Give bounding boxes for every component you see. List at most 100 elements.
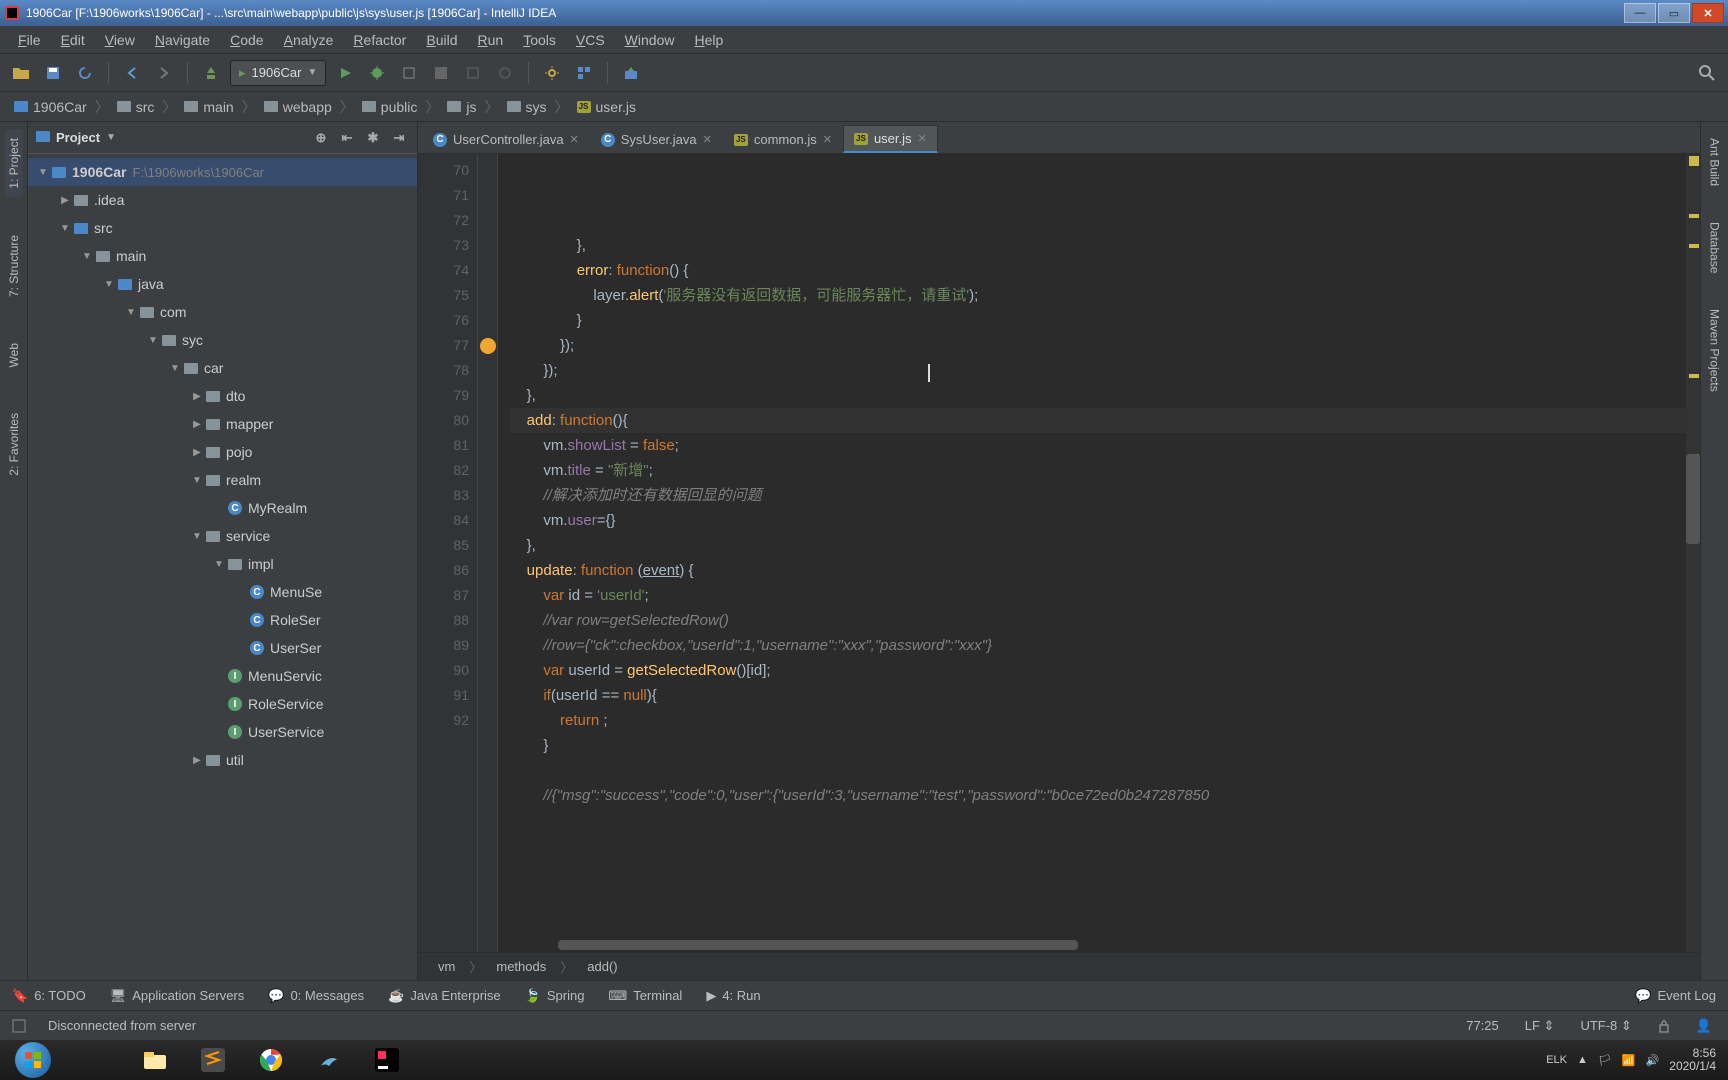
coverage-icon[interactable] <box>396 60 422 86</box>
breadcrumb-item[interactable]: src <box>111 99 161 115</box>
tray-up-icon[interactable]: ▲ <box>1577 1054 1588 1066</box>
menu-window[interactable]: Window <box>615 32 685 48</box>
bottom-tab-6--todo[interactable]: 🔖6: TODO <box>12 988 86 1004</box>
bottom-tab-spring[interactable]: 🍃Spring <box>525 988 585 1004</box>
breadcrumb-item[interactable]: public <box>356 99 424 115</box>
tree-item[interactable]: IMenuServic <box>28 662 417 690</box>
profiler-icon[interactable] <box>492 60 518 86</box>
editor-breadcrumb-item[interactable]: methods <box>496 959 546 974</box>
menu-analyze[interactable]: Analyze <box>274 32 344 48</box>
tree-item[interactable]: ▶util <box>28 746 417 774</box>
menu-help[interactable]: Help <box>684 32 733 48</box>
breadcrumb-item[interactable]: sys <box>501 99 553 115</box>
collapse-icon[interactable]: ⇤ <box>337 128 357 148</box>
tree-item[interactable]: ▼impl <box>28 550 417 578</box>
system-tray[interactable]: ELK ▲ 🏳 📶 🔊 8:56 2020/1/4 <box>1546 1047 1722 1073</box>
tree-item[interactable]: ▼com <box>28 298 417 326</box>
tree-item[interactable]: ▼service <box>28 522 417 550</box>
attach-icon[interactable] <box>460 60 486 86</box>
tree-item[interactable]: CMyRealm <box>28 494 417 522</box>
tree-item[interactable]: ▼main <box>28 242 417 270</box>
start-button[interactable] <box>6 1043 60 1077</box>
editor-breadcrumb-item[interactable]: add() <box>587 959 617 974</box>
chrome-icon[interactable] <box>244 1043 298 1077</box>
explorer-icon[interactable] <box>128 1043 182 1077</box>
back-icon[interactable] <box>119 60 145 86</box>
left-tab-1--project[interactable]: 1: Project <box>5 130 23 197</box>
tree-item[interactable]: ▼src <box>28 214 417 242</box>
tree-item[interactable]: CMenuSe <box>28 578 417 606</box>
menu-run[interactable]: Run <box>467 32 513 48</box>
intellij-icon[interactable] <box>360 1043 414 1077</box>
right-tab-ant-build[interactable]: Ant Build <box>1706 130 1724 194</box>
project-tree[interactable]: ▼1906CarF:\1906works\1906Car▶.idea▼src▼m… <box>28 154 417 980</box>
hide-icon[interactable]: ⇥ <box>389 128 409 148</box>
tree-item[interactable]: CUserSer <box>28 634 417 662</box>
code-editor[interactable]: }, error: function() { layer.alert('服务器没… <box>498 154 1686 952</box>
tree-item[interactable]: ▼realm <box>28 466 417 494</box>
inspector-icon[interactable]: 👤 <box>1692 1018 1716 1034</box>
left-tab-web[interactable]: Web <box>5 335 23 375</box>
run-config-select[interactable]: ▸ 1906Car ▼ <box>230 60 326 86</box>
open-icon[interactable] <box>8 60 34 86</box>
search-icon[interactable] <box>1694 60 1720 86</box>
tree-item[interactable]: ▼java <box>28 270 417 298</box>
menu-navigate[interactable]: Navigate <box>145 32 220 48</box>
editor-tab[interactable]: CUserController.java✕ <box>422 125 590 153</box>
readonly-lock-icon[interactable] <box>1654 1019 1674 1033</box>
close-tab-icon[interactable]: ✕ <box>703 133 712 146</box>
tree-item[interactable]: ▶pojo <box>28 438 417 466</box>
aim-icon[interactable]: ⊕ <box>311 128 331 148</box>
bottom-tab-4--run[interactable]: ▶4: Run <box>706 988 760 1004</box>
tree-item[interactable]: ▼1906CarF:\1906works\1906Car <box>28 158 417 186</box>
bottom-tab-java-enterprise[interactable]: ☕Java Enterprise <box>388 988 501 1004</box>
breadcrumb-item[interactable]: js <box>441 99 482 115</box>
editor-tab[interactable]: JScommon.js✕ <box>723 125 843 153</box>
menu-refactor[interactable]: Refactor <box>343 32 416 48</box>
structure-icon[interactable] <box>571 60 597 86</box>
tree-item[interactable]: ▼car <box>28 354 417 382</box>
right-tab-database[interactable]: Database <box>1706 214 1724 281</box>
editor-tab[interactable]: CSysUser.java✕ <box>590 125 723 153</box>
menu-edit[interactable]: Edit <box>51 32 95 48</box>
menu-code[interactable]: Code <box>220 32 273 48</box>
tree-item[interactable]: IRoleService <box>28 690 417 718</box>
horizontal-scrollbar[interactable] <box>558 940 1078 950</box>
line-separator[interactable]: LF ⇕ <box>1521 1018 1559 1034</box>
bottom-tab-terminal[interactable]: ⌨Terminal <box>608 988 682 1004</box>
left-tab-7--structure[interactable]: 7: Structure <box>5 227 23 305</box>
caret-position[interactable]: 77:25 <box>1462 1018 1503 1033</box>
debug-icon[interactable] <box>364 60 390 86</box>
intention-bulb-icon[interactable] <box>480 338 496 354</box>
close-button[interactable]: ✕ <box>1692 3 1724 23</box>
build-icon[interactable] <box>198 60 224 86</box>
bottom-tab-application-servers[interactable]: 🖥Application Servers <box>110 988 245 1004</box>
close-tab-icon[interactable]: ✕ <box>570 133 579 146</box>
menu-vcs[interactable]: VCS <box>566 32 615 48</box>
editor-tab[interactable]: JSuser.js✕ <box>843 125 938 153</box>
menu-view[interactable]: View <box>95 32 145 48</box>
maximize-button[interactable]: ▭ <box>1658 3 1690 23</box>
breadcrumb-item[interactable]: main <box>178 99 239 115</box>
taskbar-clock[interactable]: 8:56 2020/1/4 <box>1669 1047 1722 1073</box>
deploy-icon[interactable] <box>618 60 644 86</box>
breadcrumb-item[interactable]: 1906Car <box>8 99 93 115</box>
action-center-icon[interactable]: 🏳 <box>1598 1054 1612 1067</box>
bottom-tab-0--messages[interactable]: 💬0: Messages <box>268 988 364 1004</box>
breadcrumb-item[interactable]: JSuser.js <box>571 99 642 115</box>
close-tab-icon[interactable]: ✕ <box>918 132 927 145</box>
menu-file[interactable]: File <box>8 32 51 48</box>
dolphin-icon[interactable] <box>302 1043 356 1077</box>
close-tab-icon[interactable]: ✕ <box>823 133 832 146</box>
error-stripe[interactable] <box>1686 154 1700 952</box>
left-tab-2--favorites[interactable]: 2: Favorites <box>5 405 23 484</box>
tree-item[interactable]: CRoleSer <box>28 606 417 634</box>
menu-build[interactable]: Build <box>416 32 467 48</box>
tree-item[interactable]: ▶.idea <box>28 186 417 214</box>
right-tab-maven-projects[interactable]: Maven Projects <box>1706 301 1724 400</box>
tree-item[interactable]: ▶mapper <box>28 410 417 438</box>
stop-icon[interactable] <box>428 60 454 86</box>
menu-tools[interactable]: Tools <box>513 32 566 48</box>
editor-breadcrumb-item[interactable]: vm <box>438 959 455 974</box>
gear-icon[interactable]: ✱ <box>363 128 383 148</box>
